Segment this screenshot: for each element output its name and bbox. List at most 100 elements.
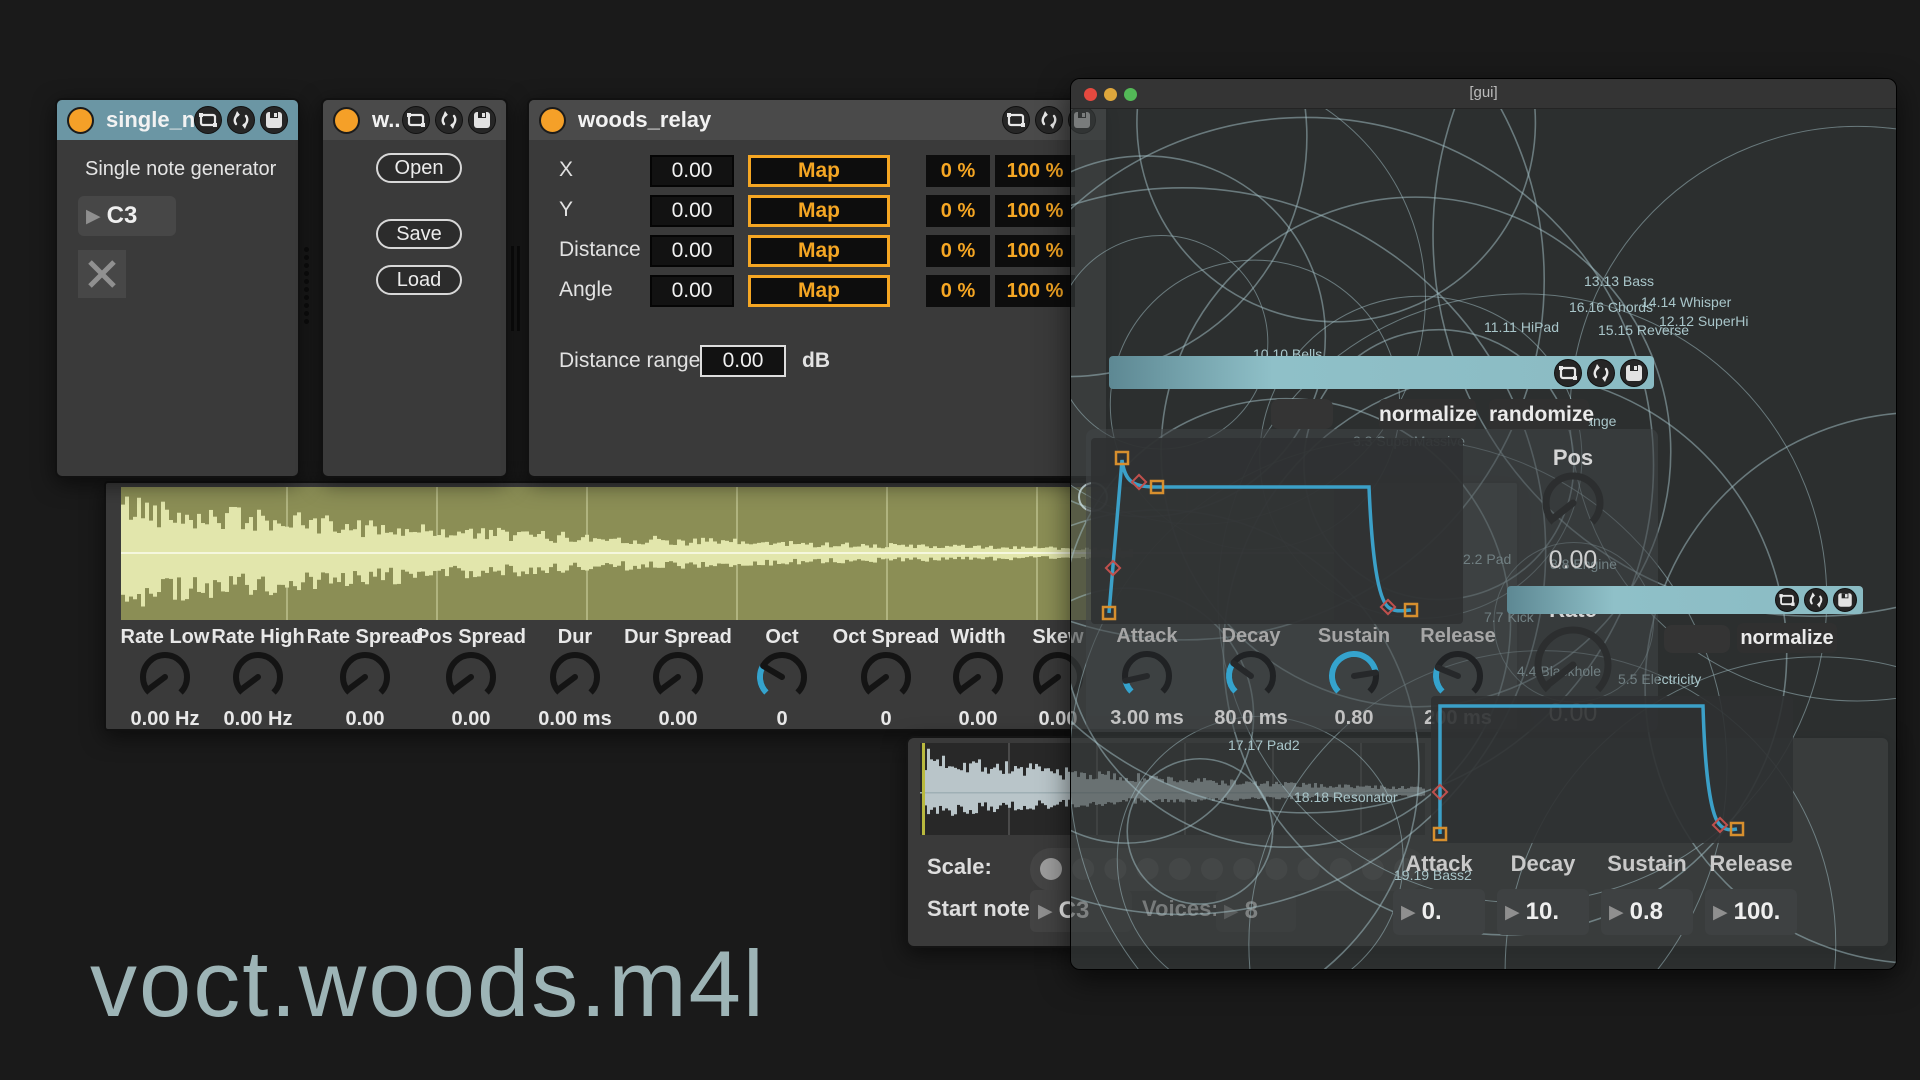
knob-attack[interactable]: Attack3.00 ms — [1087, 625, 1207, 730]
map-button[interactable]: Map — [748, 195, 890, 227]
param-label: Y — [559, 198, 573, 222]
device-titlebar-teal[interactable] — [1109, 356, 1654, 389]
sound-circle-label[interactable]: 17.17 Pad2 — [1228, 737, 1300, 753]
titlebar-buttons — [402, 106, 496, 134]
pos-value[interactable]: 0.00 — [1513, 546, 1633, 575]
device-toggle-icon[interactable] — [539, 107, 566, 134]
knob-dur[interactable]: Dur0.00 ms — [515, 626, 635, 731]
adsr-value: 0. — [1422, 898, 1442, 926]
mapping-row: Angle0.00Map0 %100 % — [529, 275, 1106, 307]
reload-button[interactable] — [1035, 106, 1063, 134]
adsr-value: 100. — [1734, 898, 1781, 926]
presentation-mode-button[interactable] — [1002, 106, 1030, 134]
adsr-label-attack: Attack — [1379, 851, 1499, 877]
device-titlebar-teal-2[interactable] — [1507, 586, 1863, 614]
sound-circle-label[interactable]: 15.15 Reverse — [1598, 322, 1689, 338]
save-button[interactable] — [260, 106, 288, 134]
reload-icon — [228, 107, 254, 133]
adsr-field-decay[interactable]: ▶10. — [1497, 889, 1589, 935]
presentation-mode-button[interactable] — [402, 106, 430, 134]
presentation-mode-button[interactable] — [1554, 359, 1582, 387]
knob-label: Dur — [515, 626, 635, 649]
unlabeled-button[interactable] — [1664, 625, 1730, 653]
unlabeled-button[interactable] — [1271, 399, 1333, 429]
knob-value: 0.00 — [618, 708, 738, 731]
gui-window: [gui] 2.2 Pad3.3 SuperMassive4.4 Blackho… — [1070, 78, 1897, 970]
adsr-field-release[interactable]: ▶100. — [1705, 889, 1797, 935]
knob-pos-spread[interactable]: Pos Spread0.00 — [411, 626, 531, 731]
max-percent-field[interactable]: 100 % — [995, 155, 1075, 187]
reload-button[interactable] — [1804, 588, 1828, 612]
adsr-label-sustain: Sustain — [1587, 851, 1707, 877]
presentation-mode-button[interactable] — [1775, 588, 1799, 612]
patch-cord-dots — [304, 247, 309, 324]
rate-knob[interactable] — [1531, 623, 1615, 707]
knob-oct[interactable]: Oct0 — [722, 626, 842, 731]
reload-button[interactable] — [435, 106, 463, 134]
save-button[interactable] — [1833, 588, 1857, 612]
knob-dur-spread[interactable]: Dur Spread 0.00 — [618, 626, 738, 731]
device-toggle-icon[interactable] — [67, 107, 94, 134]
save-button[interactable] — [1620, 359, 1648, 387]
max-percent-field[interactable]: 100 % — [995, 195, 1075, 227]
param-value-field[interactable]: 0.00 — [650, 155, 734, 187]
sound-circle-label[interactable]: 14.14 Whisper — [1641, 294, 1731, 310]
sound-circle-label[interactable]: 16.16 Chords — [1569, 299, 1653, 315]
knob-decay[interactable]: Decay80.0 ms — [1191, 625, 1311, 730]
param-value-field[interactable]: 0.00 — [650, 235, 734, 267]
map-button[interactable]: Map — [748, 275, 890, 307]
window-title: [gui] — [1071, 84, 1896, 101]
desktop-caption: voct.woods.m4l — [90, 930, 766, 1038]
save-button[interactable]: Save — [376, 219, 462, 249]
titlebar-buttons — [1554, 359, 1648, 387]
adsr-label-decay: Decay — [1483, 851, 1603, 877]
normalize-button[interactable]: normalize — [1379, 399, 1476, 430]
clear-button[interactable] — [78, 250, 126, 298]
envelope-editor-2[interactable] — [1431, 696, 1793, 843]
knob-label: Dur Spread — [618, 626, 738, 649]
min-percent-field[interactable]: 0 % — [926, 155, 990, 187]
reload-button[interactable] — [1587, 359, 1615, 387]
load-button[interactable]: Load — [376, 265, 462, 295]
sound-circle-label[interactable]: 13.13 Bass — [1584, 273, 1654, 289]
file-titlebar[interactable]: w... — [323, 100, 506, 140]
randomize-button[interactable]: randomize — [1489, 399, 1589, 430]
distance-range-label: Distance range — [559, 349, 700, 373]
single-note-description: Single note generator — [85, 158, 276, 181]
knob-sustain[interactable]: Sustain0.80 — [1294, 625, 1414, 730]
sound-circle-label[interactable]: 18.18 Resonator — [1294, 789, 1398, 805]
device-toggle-icon[interactable] — [333, 107, 360, 134]
woods-relay-titlebar[interactable]: woods_relay — [529, 100, 1106, 140]
knob-value: 0.00 Hz — [198, 708, 318, 731]
presentation-mode-button[interactable] — [194, 106, 222, 134]
gui-canvas[interactable]: 2.2 Pad3.3 SuperMassive4.4 Blackhole5.5 … — [1071, 109, 1896, 969]
normalize-button-2[interactable]: normalize — [1737, 623, 1837, 653]
gui-titlebar[interactable]: [gui] — [1071, 79, 1896, 109]
distance-range-field[interactable]: 0.00 — [700, 345, 786, 377]
open-button[interactable]: Open — [376, 153, 462, 183]
min-percent-field[interactable]: 0 % — [926, 195, 990, 227]
envelope-editor[interactable] — [1091, 438, 1463, 624]
note-selector[interactable]: ▶ C3 — [78, 196, 176, 236]
min-percent-field[interactable]: 0 % — [926, 235, 990, 267]
save-button[interactable] — [468, 106, 496, 134]
knob-rate-spread[interactable]: Rate Spread0.00 — [305, 626, 425, 731]
reload-button[interactable] — [227, 106, 255, 134]
max-percent-field[interactable]: 100 % — [995, 235, 1075, 267]
param-value-field[interactable]: 0.00 — [650, 275, 734, 307]
adsr-field-sustain[interactable]: ▶0.8 — [1601, 889, 1693, 935]
sound-circle-label[interactable]: 11.11 HiPad — [1484, 319, 1559, 335]
adsr-field-attack[interactable]: ▶0. — [1393, 889, 1485, 935]
map-button[interactable]: Map — [748, 155, 890, 187]
knob-rate-high[interactable]: Rate High0.00 Hz — [198, 626, 318, 731]
min-percent-field[interactable]: 0 % — [926, 275, 990, 307]
mapping-row: Y 0.00 Map 0 %100 % — [529, 195, 1106, 227]
knob-label: Pos Spread — [411, 626, 531, 649]
single-note-titlebar[interactable]: single_n... — [57, 100, 298, 140]
reload-icon — [1036, 107, 1062, 133]
pos-knob[interactable] — [1539, 469, 1607, 537]
max-percent-field[interactable]: 100 % — [995, 275, 1075, 307]
param-value-field[interactable]: 0.00 — [650, 195, 734, 227]
map-button[interactable]: Map — [748, 235, 890, 267]
knob-value: 80.0 ms — [1191, 707, 1311, 730]
